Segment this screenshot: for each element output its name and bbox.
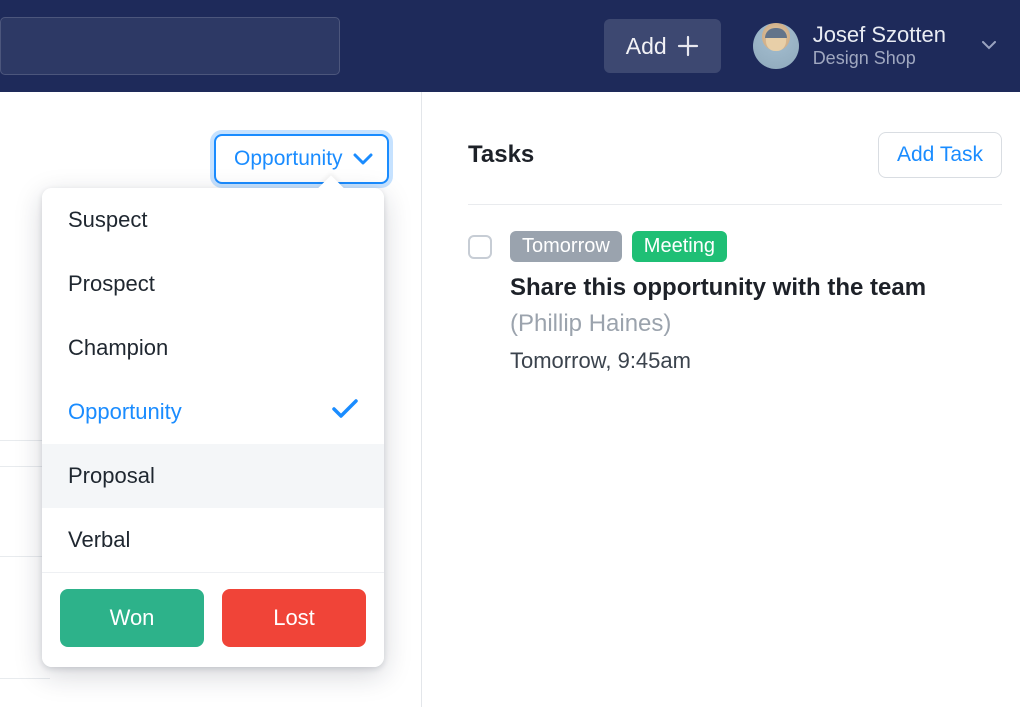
user-name: Josef Szotten (813, 22, 946, 48)
tasks-header: Tasks Add Task (468, 132, 1002, 205)
user-menu[interactable]: Josef Szotten Design Shop (753, 22, 1000, 70)
task-badges: Tomorrow Meeting (510, 231, 1002, 262)
due-badge: Tomorrow (510, 231, 622, 262)
task-time: Tomorrow, 9:45am (510, 348, 1002, 374)
chevron-down-icon (982, 41, 996, 51)
stage-option-prospect[interactable]: Prospect (42, 252, 384, 316)
task-title[interactable]: Share this opportunity with the team (Ph… (510, 270, 1002, 342)
task-row: Tomorrow Meeting Share this opportunity … (468, 205, 1002, 374)
stage-select-label: Opportunity (234, 147, 343, 171)
user-text: Josef Szotten Design Shop (813, 22, 946, 70)
stage-option-suspect[interactable]: Suspect (42, 188, 384, 252)
add-button[interactable]: Add (604, 19, 721, 73)
stage-option-verbal[interactable]: Verbal (42, 508, 384, 572)
add-button-label: Add (626, 33, 667, 60)
stage-option-label: Prospect (68, 271, 155, 297)
stage-option-proposal[interactable]: Proposal (42, 444, 384, 508)
type-badge: Meeting (632, 231, 727, 262)
task-assignee: (Phillip Haines) (510, 310, 671, 337)
lost-button[interactable]: Lost (222, 589, 366, 647)
stage-option-label: Proposal (68, 463, 155, 489)
stage-option-label: Champion (68, 335, 168, 361)
user-subtitle: Design Shop (813, 48, 946, 70)
app-header: Add Josef Szotten Design Shop (0, 0, 1020, 92)
won-button[interactable]: Won (60, 589, 204, 647)
stage-option-champion[interactable]: Champion (42, 316, 384, 380)
right-pane: Tasks Add Task Tomorrow Meeting Share th… (422, 92, 1020, 707)
stage-dropdown: Suspect Prospect Champion Opportunity Pr… (42, 188, 384, 667)
task-content: Tomorrow Meeting Share this opportunity … (510, 231, 1002, 374)
stage-option-label: Verbal (68, 527, 130, 553)
add-task-button[interactable]: Add Task (878, 132, 1002, 178)
tasks-heading: Tasks (468, 141, 534, 169)
plus-icon (677, 35, 699, 57)
stage-select-button[interactable]: Opportunity (214, 134, 389, 184)
chevron-down-icon (353, 152, 373, 166)
stage-option-opportunity[interactable]: Opportunity (42, 380, 384, 444)
avatar (753, 23, 799, 69)
stage-option-label: Opportunity (68, 399, 182, 425)
divider (0, 678, 50, 679)
check-icon (332, 399, 358, 425)
task-checkbox[interactable] (468, 235, 492, 259)
stage-option-list: Suspect Prospect Champion Opportunity Pr… (42, 188, 384, 572)
search-input[interactable] (0, 17, 340, 75)
stage-option-label: Suspect (68, 207, 148, 233)
stage-dropdown-footer: Won Lost (42, 572, 384, 667)
task-title-text: Share this opportunity with the team (510, 274, 926, 301)
left-pane: Opportunity Suspect Prospect Champion Op… (0, 92, 422, 707)
